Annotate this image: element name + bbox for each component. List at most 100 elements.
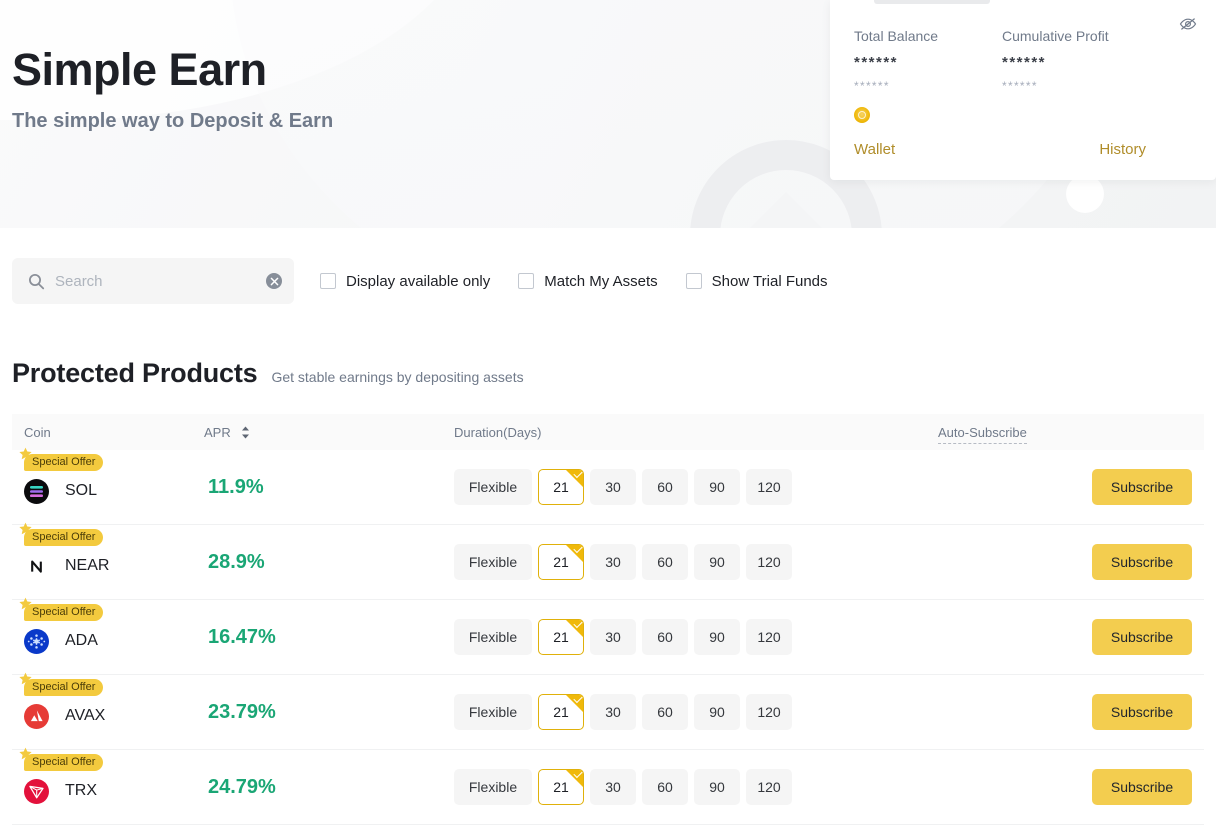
subscribe-button[interactable]: Subscribe (1092, 469, 1192, 505)
duration-option-60[interactable]: 60 (642, 619, 688, 655)
apr-value: 28.9% (208, 551, 265, 573)
checkbox-label: Display available only (346, 273, 490, 290)
star-icon (18, 597, 33, 612)
sort-icon[interactable] (241, 426, 250, 439)
action-cell: Subscribe (1026, 769, 1204, 805)
duration-option-flexible[interactable]: Flexible (454, 619, 532, 655)
column-header-apr-label: APR (204, 425, 231, 440)
duration-option-120[interactable]: 120 (746, 469, 792, 505)
coin-name: NEAR (65, 557, 109, 575)
duration-option-60[interactable]: 60 (642, 694, 688, 730)
duration-option-21[interactable]: 21 (538, 769, 584, 805)
eye-off-icon[interactable] (1176, 12, 1200, 36)
page-root: Simple Earn The simple way to Deposit & … (0, 0, 1216, 826)
duration-option-flexible[interactable]: Flexible (454, 769, 532, 805)
duration-option-120[interactable]: 120 (746, 544, 792, 580)
coin-identity: TRX (24, 779, 204, 804)
duration-option-21[interactable]: 21 (538, 619, 584, 655)
subscribe-button[interactable]: Subscribe (1092, 544, 1192, 580)
duration-option-90[interactable]: 90 (694, 769, 740, 805)
coin-name: TRX (65, 782, 97, 800)
cumulative-profit-label: Cumulative Profit (1002, 28, 1150, 45)
duration-option-30[interactable]: 30 (590, 544, 636, 580)
checkbox-box[interactable] (518, 273, 534, 289)
protected-products-table: Coin APR Duration(Days) Auto-Subscribe S… (12, 414, 1204, 825)
action-cell: Subscribe (1026, 694, 1204, 730)
special-offer-badge: Special Offer (24, 604, 103, 621)
duration-option-60[interactable]: 60 (642, 469, 688, 505)
apr-value: 24.79% (208, 776, 276, 798)
column-header-auto-subscribe[interactable]: Auto-Subscribe (938, 425, 1204, 440)
search-box[interactable] (12, 258, 294, 304)
duration-option-90[interactable]: 90 (694, 694, 740, 730)
subscribe-button[interactable]: Subscribe (1092, 619, 1192, 655)
star-icon (18, 447, 33, 462)
total-balance-label: Total Balance (854, 28, 1002, 45)
duration-option-flexible[interactable]: Flexible (454, 469, 532, 505)
duration-option-flexible[interactable]: Flexible (454, 544, 532, 580)
duration-option-60[interactable]: 60 (642, 544, 688, 580)
duration-option-21[interactable]: 21 (538, 544, 584, 580)
filter-bar: Display available only Match My Assets S… (0, 258, 1216, 304)
total-balance-block: Total Balance ****** ****** (854, 28, 1002, 123)
checkbox-show-trial-funds[interactable]: Show Trial Funds (686, 273, 828, 290)
column-header-apr[interactable]: APR (204, 425, 454, 440)
action-cell: Subscribe (1026, 544, 1204, 580)
duration-option-90[interactable]: 90 (694, 469, 740, 505)
duration-option-21[interactable]: 21 (538, 694, 584, 730)
duration-option-60[interactable]: 60 (642, 769, 688, 805)
subscribe-button[interactable]: Subscribe (1092, 769, 1192, 805)
checkbox-label: Match My Assets (544, 273, 657, 290)
duration-cell: Flexible21306090120 (454, 469, 938, 505)
clear-circle-icon[interactable] (266, 273, 282, 289)
avax-icon (24, 704, 49, 729)
special-offer-label: Special Offer (32, 756, 95, 768)
duration-option-30[interactable]: 30 (590, 619, 636, 655)
duration-option-120[interactable]: 120 (746, 694, 792, 730)
duration-option-120[interactable]: 120 (746, 619, 792, 655)
action-cell: Subscribe (1026, 469, 1204, 505)
section-description: Get stable earnings by depositing assets (271, 369, 523, 385)
apr-cell: 23.79% (204, 701, 454, 724)
star-icon (18, 672, 33, 687)
checkbox-box[interactable] (320, 273, 336, 289)
balance-card-links: Wallet History (854, 141, 1192, 158)
duration-cell: Flexible21306090120 (454, 544, 938, 580)
duration-option-flexible[interactable]: Flexible (454, 694, 532, 730)
duration-option-21[interactable]: 21 (538, 469, 584, 505)
checkbox-box[interactable] (686, 273, 702, 289)
balance-columns: Total Balance ****** ****** Cumulative P… (854, 28, 1192, 123)
column-header-auto-subscribe-label: Auto-Subscribe (938, 425, 1027, 444)
duration-option-30[interactable]: 30 (590, 694, 636, 730)
table-row: Special OfferNEAR28.9%Flexible2130609012… (12, 525, 1204, 600)
duration-option-90[interactable]: 90 (694, 619, 740, 655)
duration-option-120[interactable]: 120 (746, 769, 792, 805)
history-link[interactable]: History (1099, 141, 1146, 158)
checkbox-match-my-assets[interactable]: Match My Assets (518, 273, 657, 290)
section-title: Protected Products (12, 358, 257, 389)
table-row: Special OfferSOL11.9%Flexible21306090120… (12, 450, 1204, 525)
duration-option-30[interactable]: 30 (590, 469, 636, 505)
special-offer-label: Special Offer (32, 531, 95, 543)
duration-cell: Flexible21306090120 (454, 694, 938, 730)
coin-inner-ring (858, 111, 866, 119)
apr-cell: 28.9% (204, 551, 454, 574)
coin-cell: Special OfferTRX (12, 771, 204, 804)
duration-cell: Flexible21306090120 (454, 619, 938, 655)
coin-cell: Special OfferNEAR (12, 546, 204, 579)
wallet-link[interactable]: Wallet (854, 141, 895, 158)
table-row: Special OfferAVAX23.79%Flexible213060901… (12, 675, 1204, 750)
checkbox-display-available-only[interactable]: Display available only (320, 273, 490, 290)
search-input[interactable] (55, 273, 235, 290)
near-icon (24, 554, 49, 579)
ada-icon (24, 629, 49, 654)
search-icon (28, 273, 45, 290)
subscribe-button[interactable]: Subscribe (1092, 694, 1192, 730)
balance-card: Total Balance ****** ****** Cumulative P… (830, 0, 1216, 180)
table-row: Special OfferTRX24.79%Flexible2130609012… (12, 750, 1204, 825)
coin-cell: Special OfferAVAX (12, 696, 204, 729)
duration-option-30[interactable]: 30 (590, 769, 636, 805)
special-offer-badge: Special Offer (24, 529, 103, 546)
apr-value: 11.9% (208, 476, 264, 498)
duration-option-90[interactable]: 90 (694, 544, 740, 580)
